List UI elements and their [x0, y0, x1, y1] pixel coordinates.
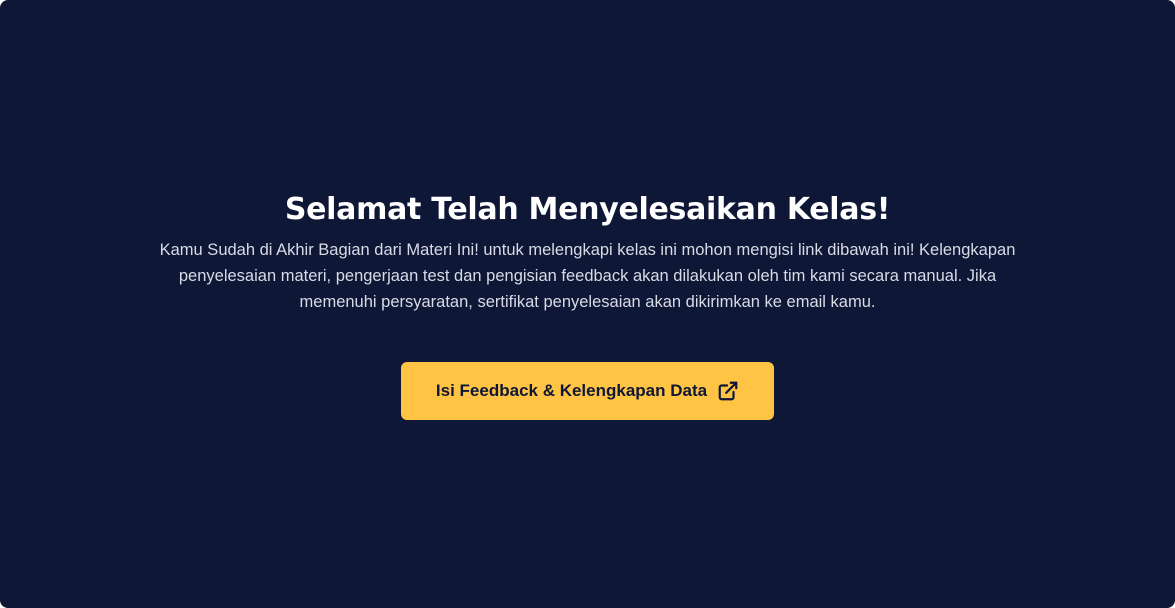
completion-description: Kamu Sudah di Akhir Bagian dari Materi I… [159, 241, 1016, 311]
feedback-data-button-label: Isi Feedback & Kelengkapan Data [435, 381, 708, 400]
external-link-icon [717, 380, 739, 402]
feedback-data-button[interactable]: Isi Feedback & Kelengkapan Data [401, 362, 774, 420]
completion-card: Selamat Telah Menyelesaikan Kelas! Kamu … [0, 0, 1175, 608]
page-title: Selamat Telah Menyelesaikan Kelas! [284, 192, 891, 227]
completion-content: Selamat Telah Menyelesaikan Kelas! Kamu … [0, 189, 1175, 315]
